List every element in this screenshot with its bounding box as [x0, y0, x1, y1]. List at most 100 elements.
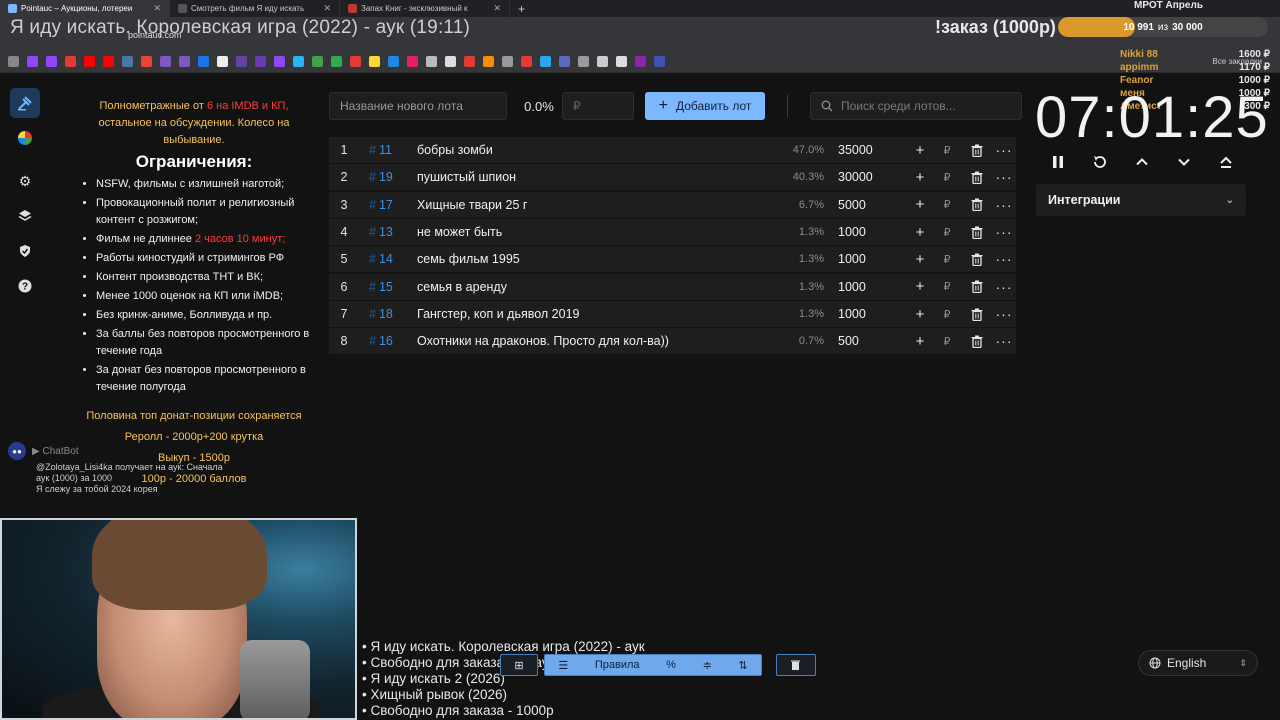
- bookmark-icon[interactable]: [84, 56, 95, 67]
- wheel-icon[interactable]: [10, 123, 40, 153]
- chevron-down-icon[interactable]: [1173, 151, 1195, 173]
- add-amount-icon[interactable]: +: [908, 196, 932, 213]
- bookmark-icon[interactable]: [27, 56, 38, 67]
- bookmark-icon[interactable]: [46, 56, 57, 67]
- bookmark-icon[interactable]: [217, 56, 228, 67]
- bookmark-icon[interactable]: [445, 56, 456, 67]
- bookmark-icon[interactable]: [635, 56, 646, 67]
- chevron-up-icon[interactable]: [1131, 151, 1153, 173]
- bookmark-icon[interactable]: [179, 56, 190, 67]
- delete-lot-icon[interactable]: [962, 171, 992, 184]
- lot-row[interactable]: 7 #18 Гангстер, коп и дьявол 2019 1.3% 1…: [329, 301, 1016, 328]
- bookmark-icon[interactable]: [502, 56, 513, 67]
- bookmark-icon[interactable]: [616, 56, 627, 67]
- bookmark-icon[interactable]: [350, 56, 361, 67]
- ruble-icon[interactable]: ₽: [932, 280, 962, 293]
- add-amount-icon[interactable]: +: [908, 278, 932, 295]
- layers-icon[interactable]: [10, 201, 40, 231]
- auction-hammer-icon[interactable]: [10, 88, 40, 118]
- bookmark-icon[interactable]: [122, 56, 133, 67]
- reset-icon[interactable]: [1089, 151, 1111, 173]
- bookmark-icon[interactable]: [255, 56, 266, 67]
- double-up-icon[interactable]: [1215, 151, 1237, 173]
- more-options-icon[interactable]: ···: [992, 169, 1016, 185]
- ruble-icon[interactable]: ₽: [932, 144, 962, 157]
- bookmark-icon[interactable]: [407, 56, 418, 67]
- lot-row[interactable]: 1 #11 бобры зомби 47.0% 35000 + ₽ ···: [329, 137, 1016, 163]
- lot-name[interactable]: семья в аренду: [417, 280, 784, 294]
- delete-lot-icon[interactable]: [962, 144, 992, 157]
- add-amount-icon[interactable]: +: [908, 169, 932, 186]
- bookmark-icon[interactable]: [464, 56, 475, 67]
- bookmark-icon[interactable]: [369, 56, 380, 67]
- ruble-icon[interactable]: ₽: [932, 253, 962, 266]
- lot-row[interactable]: 4 #13 не может быть 1.3% 1000 + ₽ ···: [329, 219, 1016, 246]
- bookmark-icon[interactable]: [236, 56, 247, 67]
- bookmark-icon[interactable]: [198, 56, 209, 67]
- bookmark-icon[interactable]: [426, 56, 437, 67]
- add-amount-icon[interactable]: +: [908, 142, 932, 159]
- browser-tab-movie[interactable]: Смотреть фильм Я иду искать ✕: [170, 0, 340, 17]
- more-options-icon[interactable]: ···: [992, 279, 1016, 295]
- lot-amount[interactable]: 35000: [838, 143, 908, 157]
- lot-amount[interactable]: 1000: [838, 225, 908, 239]
- delete-lot-icon[interactable]: [962, 335, 992, 348]
- lot-name[interactable]: семь фильм 1995: [417, 252, 784, 266]
- bookmark-icon[interactable]: [559, 56, 570, 67]
- browser-tab-books[interactable]: Запах Книг - эксклюзивный к ✕: [340, 0, 510, 17]
- new-tab-button[interactable]: +: [510, 2, 533, 16]
- language-select[interactable]: English ⇕: [1138, 650, 1258, 676]
- lot-row[interactable]: 8 #16 Охотники на драконов. Просто для к…: [329, 328, 1016, 355]
- lot-amount[interactable]: 1000: [838, 280, 908, 294]
- lot-name[interactable]: Хищные твари 25 г: [417, 198, 784, 212]
- delete-lot-icon[interactable]: [962, 198, 992, 212]
- bookmark-icon[interactable]: [388, 56, 399, 67]
- lot-name[interactable]: Гангстер, коп и дьявол 2019: [417, 307, 784, 321]
- ruble-icon[interactable]: ₽: [932, 198, 962, 211]
- add-amount-icon[interactable]: +: [908, 251, 932, 268]
- close-tab-icon[interactable]: ✕: [153, 3, 161, 14]
- lot-amount[interactable]: 500: [838, 334, 908, 348]
- close-tab-icon[interactable]: ✕: [493, 3, 501, 14]
- lot-name[interactable]: не может быть: [417, 225, 784, 239]
- bookmark-icon[interactable]: [540, 56, 551, 67]
- bookmark-icon[interactable]: [597, 56, 608, 67]
- sort-icon[interactable]: ⇅: [738, 659, 747, 672]
- ruble-icon[interactable]: ₽: [932, 171, 962, 184]
- delete-lot-icon[interactable]: [962, 226, 992, 239]
- split-icon[interactable]: ≑: [703, 659, 712, 672]
- add-amount-icon[interactable]: +: [908, 306, 932, 323]
- bookmark-icon[interactable]: [274, 56, 285, 67]
- delete-lot-icon[interactable]: [962, 253, 992, 266]
- lot-name[interactable]: пушистый шпион: [417, 170, 784, 184]
- shield-check-icon[interactable]: [10, 236, 40, 266]
- bookmark-icon[interactable]: [65, 56, 76, 67]
- rules-button[interactable]: Правила: [595, 659, 640, 671]
- list-icon[interactable]: ☰: [558, 659, 568, 672]
- ruble-icon[interactable]: ₽: [932, 335, 962, 348]
- more-options-icon[interactable]: ···: [992, 224, 1016, 240]
- lot-amount[interactable]: 5000: [838, 198, 908, 212]
- bookmark-icon[interactable]: [578, 56, 589, 67]
- bookmark-icon[interactable]: [483, 56, 494, 67]
- new-lot-name-input[interactable]: Название нового лота: [329, 92, 507, 120]
- more-options-icon[interactable]: ···: [992, 251, 1016, 267]
- add-amount-icon[interactable]: +: [908, 333, 932, 350]
- lot-row[interactable]: 5 #14 семь фильм 1995 1.3% 1000 + ₽ ···: [329, 246, 1016, 273]
- apps-icon[interactable]: [8, 56, 19, 67]
- more-options-icon[interactable]: ···: [992, 197, 1016, 213]
- settings-gear-icon[interactable]: ⚙: [10, 166, 40, 196]
- add-lot-button[interactable]: + Добавить лот: [645, 92, 765, 120]
- lot-row[interactable]: 6 #15 семья в аренду 1.3% 1000 + ₽ ···: [329, 273, 1016, 300]
- bookmark-icon[interactable]: [654, 56, 665, 67]
- bookmark-icon[interactable]: [331, 56, 342, 67]
- more-options-icon[interactable]: ···: [992, 306, 1016, 322]
- delete-lot-icon[interactable]: [962, 280, 992, 294]
- more-options-icon[interactable]: ···: [992, 142, 1016, 158]
- add-amount-icon[interactable]: +: [908, 224, 932, 241]
- lot-name[interactable]: бобры зомби: [417, 143, 784, 157]
- browser-tab-pointauc[interactable]: Pointauc – Аукционы, лотереи ✕: [0, 0, 170, 17]
- lot-amount[interactable]: 1000: [838, 252, 908, 266]
- lot-row[interactable]: 2 #19 пушистый шпион 40.3% 30000 + ₽ ···: [329, 164, 1016, 191]
- lot-amount[interactable]: 30000: [838, 170, 908, 184]
